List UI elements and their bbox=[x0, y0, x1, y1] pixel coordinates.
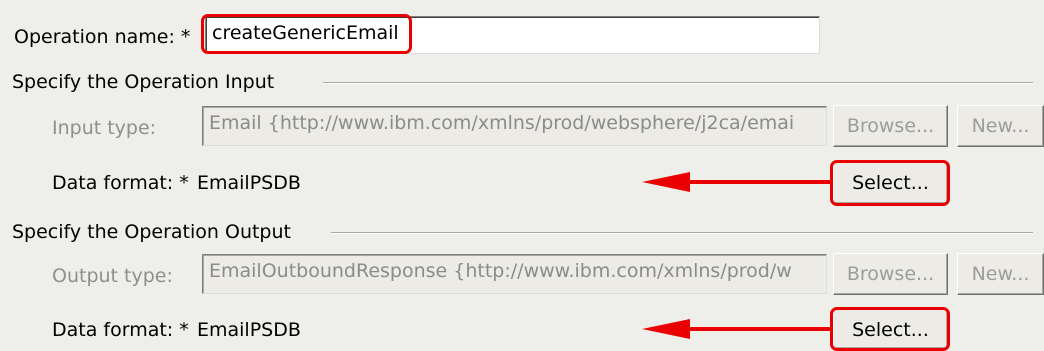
highlight-output-select bbox=[830, 307, 950, 351]
output-arrow-annotation bbox=[642, 319, 830, 339]
